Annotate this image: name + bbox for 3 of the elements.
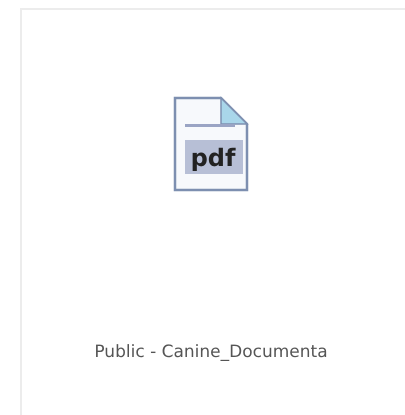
pdf-file-icon: pdf [173,96,249,192]
file-tile[interactable]: pdf Public - Canine_Documenta [20,8,405,415]
file-name: Public - Canine_Documenta [94,342,328,362]
